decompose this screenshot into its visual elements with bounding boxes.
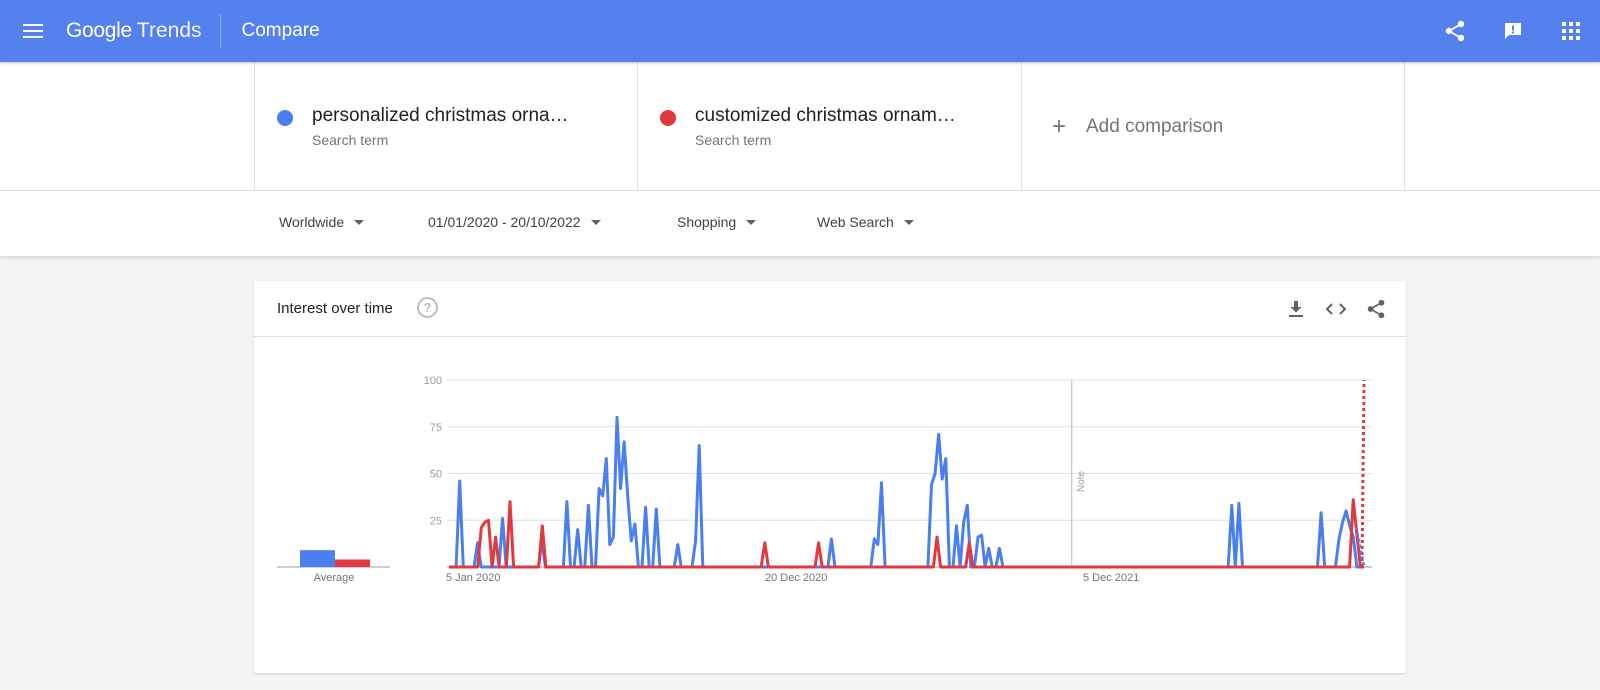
date-range-filter[interactable]: 01/01/2020 - 20/10/2022 [428, 214, 601, 230]
y-tick-label: 75 [430, 422, 442, 434]
feedback-icon [1505, 23, 1521, 39]
search-terms-row: personalized christmas orna… Search term… [0, 62, 1600, 191]
download-icon [1289, 301, 1303, 317]
interest-over-time-card: Interest over time ? Average 100 75 50 2… [254, 281, 1406, 673]
y-tick-label: 25 [430, 515, 442, 527]
average-bar [335, 559, 370, 567]
card-title: Interest over time [277, 300, 393, 317]
add-comparison-card: + Add comparison [1021, 62, 1405, 191]
date-range-value: 01/01/2020 - 20/10/2022 [428, 214, 581, 230]
share-button[interactable] [1426, 0, 1484, 62]
caret-down-icon [746, 219, 757, 225]
hamburger-menu-icon [23, 24, 43, 38]
apps-button[interactable] [1542, 0, 1600, 62]
help-icon[interactable]: ? [417, 297, 438, 318]
x-axis-ticks: 5 Jan 2020 20 Dec 2020 5 Dec 2021 [446, 572, 1139, 584]
add-comparison-button[interactable]: + Add comparison [1048, 113, 1224, 140]
google-trends-logo[interactable]: Google Trends [66, 14, 221, 48]
average-bar [300, 550, 335, 567]
term-color-dot [660, 110, 676, 126]
average-bars: Average [277, 550, 390, 584]
apps-grid-icon [1562, 22, 1580, 40]
x-tick-label: 5 Jan 2020 [446, 572, 500, 584]
share-icon [1367, 299, 1385, 319]
add-comparison-label: Add comparison [1086, 116, 1224, 137]
average-label: Average [314, 572, 355, 584]
search-term-card-2[interactable]: customized christmas ornam… Search term [637, 62, 1021, 191]
x-tick-label: 20 Dec 2020 [765, 572, 827, 584]
caret-down-icon [903, 219, 914, 225]
term-color-dot [277, 110, 293, 126]
caret-down-icon [590, 219, 601, 225]
region-filter[interactable]: Worldwide [279, 214, 365, 230]
interest-over-time-chart: Average 100755025 5 Jan 2020 20 Dec 2020 5… [277, 375, 1372, 584]
search-term-name: personalized christmas orna… [312, 105, 569, 126]
card-header: Interest over time ? [254, 281, 1406, 337]
series-line [449, 415, 1364, 569]
filter-bar: Worldwide 01/01/2020 - 20/10/2022 Shoppi… [0, 191, 1600, 256]
category-value: Shopping [677, 214, 737, 230]
category-filter[interactable]: Shopping [677, 214, 757, 230]
main-menu-button[interactable] [0, 0, 66, 62]
feedback-button[interactable] [1484, 0, 1542, 62]
download-csv-button[interactable] [1276, 295, 1316, 323]
search-term-type: Search term [312, 132, 389, 148]
search-type-value: Web Search [817, 214, 894, 230]
search-term-card-1[interactable]: personalized christmas orna… Search term [254, 62, 637, 191]
app-bar: Google Trends Compare [0, 0, 1600, 62]
embed-button[interactable] [1316, 295, 1356, 323]
search-term-type: Search term [695, 132, 772, 148]
note-label: Note [1076, 470, 1087, 492]
search-term-name: customized christmas ornam… [695, 105, 956, 126]
y-tick-label: 100 [424, 375, 442, 387]
plus-icon: + [1051, 113, 1066, 140]
x-tick-label: 5 Dec 2021 [1083, 572, 1139, 584]
logo-trends-text: Trends [136, 19, 202, 42]
caret-down-icon [354, 219, 365, 225]
region-filter-value: Worldwide [279, 214, 345, 230]
search-type-filter[interactable]: Web Search [817, 214, 914, 230]
card-share-button[interactable] [1356, 295, 1396, 323]
y-axis-ticks: 100 75 50 25 [424, 375, 442, 527]
embed-code-icon [1326, 303, 1346, 315]
page-title: Compare [241, 20, 320, 41]
logo-google-text: Google [66, 19, 132, 42]
share-icon [1445, 20, 1465, 42]
y-tick-label: 50 [430, 469, 442, 481]
